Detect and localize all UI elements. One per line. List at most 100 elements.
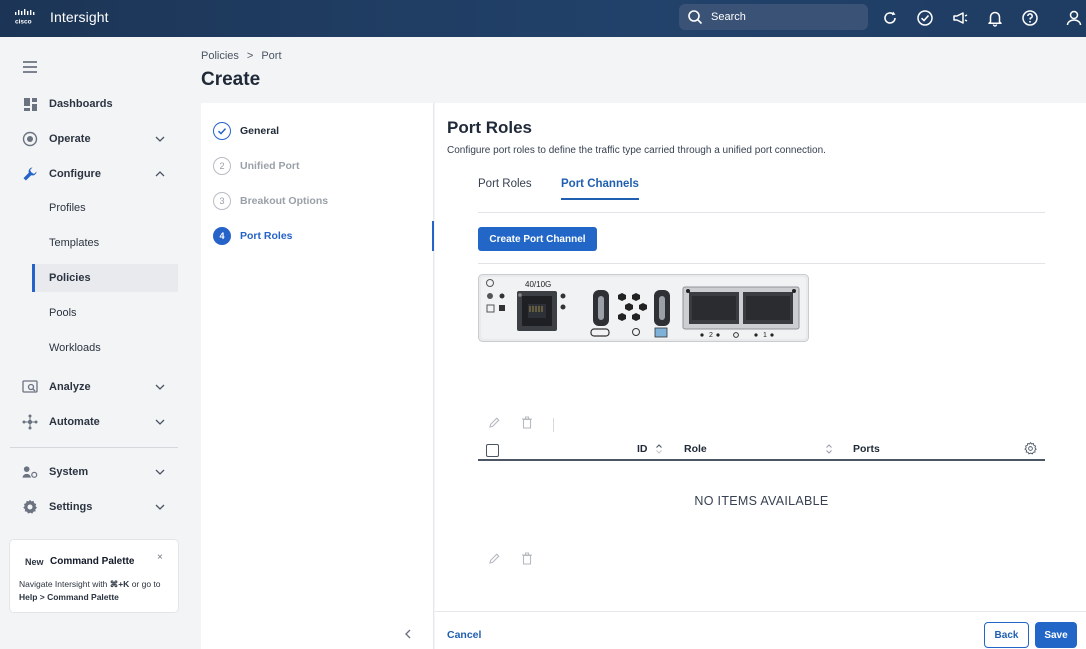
top-bar: cisco Intersight Search [0, 0, 1086, 37]
sidebar-subitem-pools[interactable]: Pools [32, 299, 178, 327]
column-header-ports[interactable]: Ports [853, 443, 880, 455]
command-palette-title: Command Palette [50, 556, 135, 567]
sidebar-item-dashboards[interactable]: Dashboards [0, 90, 180, 118]
check-circle-icon[interactable] [915, 8, 935, 28]
app-name: Intersight [50, 9, 109, 25]
system-icon [22, 464, 38, 480]
sidebar-subitem-templates[interactable]: Templates [32, 229, 178, 257]
search-placeholder: Search [711, 11, 746, 23]
create-port-channel-button[interactable]: Create Port Channel [478, 227, 597, 251]
wizard-step-port-roles[interactable]: 4 Port Roles [213, 226, 293, 246]
sidebar-item-label: Automate [49, 416, 100, 428]
bell-icon[interactable] [985, 8, 1005, 28]
wizard-step-label: Unified Port [240, 160, 300, 172]
operate-icon [22, 131, 38, 147]
breadcrumb-link-policies[interactable]: Policies [201, 50, 239, 62]
chevron-down-icon [155, 133, 165, 145]
sidebar-item-system[interactable]: System [0, 458, 180, 486]
svg-text:1: 1 [763, 332, 767, 339]
command-palette-card: New Command Palette × Navigate Intersigh… [10, 540, 178, 612]
check-icon [213, 122, 231, 140]
breadcrumb-separator: > [246, 50, 254, 62]
tab-port-channels[interactable]: Port Channels [561, 178, 639, 200]
wizard-steps-panel: General 2 Unified Port 3 Breakout Option… [201, 103, 434, 649]
active-step-indicator [432, 221, 434, 251]
automate-icon [22, 414, 38, 430]
main-content: Port Roles Configure port roles to defin… [435, 103, 1086, 611]
command-palette-description: Navigate Intersight with ⌘+K or go to He… [19, 579, 161, 602]
search-input[interactable]: Search [679, 4, 868, 30]
svg-text:40/10G: 40/10G [525, 280, 551, 289]
delete-icon[interactable] [521, 416, 533, 434]
sidebar-subitem-profiles[interactable]: Profiles [32, 194, 178, 222]
section-title: Port Roles [447, 118, 533, 137]
wizard-step-general[interactable]: General [213, 121, 279, 141]
section-description: Configure port roles to define the traff… [447, 145, 826, 156]
chevron-down-icon [155, 381, 165, 393]
step-number: 3 [213, 192, 231, 210]
page-title: Create [201, 69, 261, 90]
help-icon[interactable] [1020, 8, 1040, 28]
column-header-id[interactable]: ID [637, 443, 648, 455]
sidebar-item-label: Operate [49, 133, 91, 145]
chevron-down-icon [155, 466, 165, 478]
sidebar-item-operate[interactable]: Operate [0, 125, 180, 153]
close-icon[interactable]: × [157, 552, 163, 563]
back-button[interactable]: Back [984, 622, 1029, 648]
wizard-step-label: Port Roles [240, 230, 293, 242]
chevron-down-icon [155, 416, 165, 428]
delete-icon[interactable] [521, 552, 533, 570]
toolbar-separator [553, 418, 554, 432]
sidebar-item-automate[interactable]: Automate [0, 408, 180, 436]
search-icon [688, 10, 703, 25]
divider [478, 263, 1045, 264]
empty-state-message: NO ITEMS AVAILABLE [694, 494, 829, 508]
table-header: ID Role Ports [478, 439, 1045, 461]
tab-port-roles[interactable]: Port Roles [478, 178, 532, 200]
table-settings-icon[interactable] [1024, 441, 1037, 458]
save-button[interactable]: Save [1035, 622, 1077, 648]
wizard-step-label: Breakout Options [240, 195, 329, 207]
select-all-checkbox[interactable] [486, 444, 499, 457]
analyze-icon [22, 379, 38, 395]
wizard-step-unified-port[interactable]: 2 Unified Port [213, 156, 300, 176]
cancel-button[interactable]: Cancel [447, 629, 481, 641]
sidebar-item-settings[interactable]: Settings [0, 493, 180, 521]
sidebar-item-label: Analyze [49, 381, 91, 393]
sidebar-subitem-policies[interactable]: Policies [32, 264, 178, 292]
sidebar-divider [10, 447, 178, 448]
divider [478, 212, 1045, 213]
edit-icon[interactable] [488, 416, 501, 434]
menu-toggle-icon[interactable] [22, 60, 38, 79]
chevron-down-icon [155, 501, 165, 513]
user-icon[interactable] [1064, 8, 1084, 28]
sidebar-item-label: Settings [49, 501, 93, 513]
megaphone-icon[interactable] [950, 8, 970, 28]
sort-icon[interactable] [825, 444, 833, 457]
cisco-logo-icon: cisco [15, 9, 35, 26]
sidebar-item-label: Configure [49, 168, 101, 180]
wizard-footer: Cancel Back Save [435, 611, 1086, 649]
sort-icon[interactable] [655, 444, 663, 457]
sidebar-item-analyze[interactable]: Analyze [0, 373, 180, 401]
svg-text:cisco: cisco [15, 19, 32, 26]
breadcrumb-current: Port [261, 50, 282, 62]
app-logo[interactable]: cisco Intersight [14, 9, 109, 25]
svg-text:2: 2 [709, 332, 713, 339]
breadcrumb: Policies > Port [201, 50, 282, 62]
table-toolbar [488, 416, 554, 434]
sidebar-item-configure[interactable]: Configure [0, 160, 180, 188]
dashboard-icon [22, 96, 38, 112]
chevron-up-icon [155, 168, 165, 180]
sidebar-subitem-workloads[interactable]: Workloads [32, 334, 178, 362]
refresh-icon[interactable] [880, 8, 900, 28]
wizard-step-breakout-options[interactable]: 3 Breakout Options [213, 191, 328, 211]
sidebar-item-label: Dashboards [49, 98, 113, 110]
switch-faceplate-image: 40/10G 2 1 [478, 274, 809, 342]
wrench-icon [22, 166, 38, 182]
edit-icon[interactable] [488, 552, 501, 570]
collapse-panel-icon[interactable] [404, 628, 412, 642]
column-header-role[interactable]: Role [684, 443, 707, 455]
gear-icon [22, 499, 38, 515]
wizard-step-label: General [240, 125, 280, 137]
